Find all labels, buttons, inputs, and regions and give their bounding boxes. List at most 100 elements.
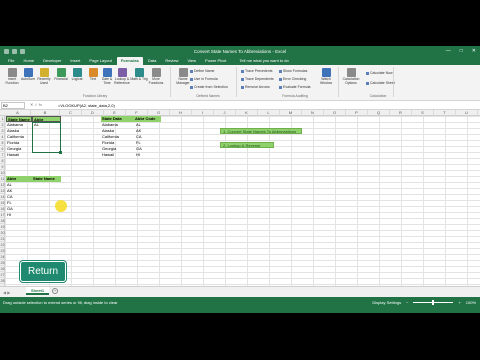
window-title: Convert State Names To Abbreviations - E… xyxy=(193,49,287,54)
ribbon-button-label: Name Manager xyxy=(176,77,190,85)
more-functions-icon xyxy=(151,68,161,77)
watch-window-icon xyxy=(321,68,331,77)
ribbon-button-label: Text xyxy=(89,77,97,81)
zoom-slider[interactable] xyxy=(413,300,454,305)
formula-bar-controls[interactable]: ✕ ✓ fx xyxy=(30,102,42,108)
date-time-icon xyxy=(102,68,112,77)
zoom-out-icon[interactable]: − xyxy=(406,300,408,305)
status-message: Drag outside selection to extend series … xyxy=(3,300,118,305)
minimize-button[interactable]: — xyxy=(446,48,451,54)
ribbon-button-label: Watch Window xyxy=(319,77,333,85)
calculation-options-icon xyxy=(346,68,356,77)
logical-icon xyxy=(72,68,82,77)
ribbon-separator xyxy=(236,67,237,97)
ribbon-button-label: Lookup & Reference xyxy=(114,77,130,85)
calculate-sheet-button[interactable]: Calculate Sheet xyxy=(366,81,395,85)
ribbon-separator xyxy=(170,67,171,97)
ribbon-button-label: More Functions xyxy=(148,77,164,85)
table2-abbr-cell[interactable]: HI xyxy=(135,152,161,158)
return-button[interactable]: Return xyxy=(20,261,66,282)
error-checking-button[interactable]: Error Checking xyxy=(279,77,306,81)
lookup-reference-button[interactable]: Lookup & Reference xyxy=(113,68,131,86)
status-bar: Drag outside selection to extend series … xyxy=(0,297,480,313)
insert-function-icon xyxy=(7,68,17,77)
cell-area[interactable]: State Name Abbr Alabama Alaska California F… xyxy=(5,116,480,286)
calculation-options-button[interactable]: Calculation Options xyxy=(342,68,360,86)
define-name-button[interactable]: Define Name xyxy=(190,69,214,73)
add-sheet-icon[interactable]: + xyxy=(52,288,58,294)
text-icon xyxy=(88,68,98,77)
close-button[interactable]: ✕ xyxy=(472,48,476,54)
maximize-button[interactable]: □ xyxy=(460,48,463,54)
lookup-reverse-button[interactable]: 2. Lookup & Reverse xyxy=(220,142,274,148)
group-label-formula-auditing: Formula Auditing xyxy=(282,94,308,98)
table3-abbr-cell[interactable]: HI xyxy=(6,212,32,218)
tab-view[interactable]: View xyxy=(183,57,200,65)
ribbon-separator xyxy=(338,67,339,97)
zoom-level: 100% xyxy=(465,300,476,305)
ribbon-button-label: AutoSum xyxy=(21,77,35,81)
watch-window-button[interactable]: Watch Window xyxy=(317,68,335,86)
group-label-defined-names: Defined Names xyxy=(196,94,220,98)
group-label-function-library: Function Library xyxy=(82,94,108,98)
trace-dependents-button[interactable]: Trace Dependents xyxy=(241,77,274,81)
more-functions-button[interactable]: More Functions xyxy=(147,68,165,86)
recently-used-button[interactable]: Recently Used xyxy=(35,68,53,86)
name-manager-icon xyxy=(178,68,188,77)
selection-range[interactable] xyxy=(32,122,62,154)
ribbon-button-label: Financial xyxy=(54,77,68,81)
tab-data[interactable]: Data xyxy=(144,57,160,65)
autosum-icon xyxy=(23,68,33,77)
display-settings-button[interactable]: Display Settings xyxy=(372,300,401,305)
tab-insert[interactable]: Insert xyxy=(66,57,84,65)
ribbon-button-label: Recently Used xyxy=(37,77,51,85)
sheet-nav-arrows[interactable]: ◀ ▶ xyxy=(3,290,10,295)
tab-home[interactable]: Home xyxy=(19,57,38,65)
tell-me-search[interactable]: Tell me what you want to do xyxy=(235,57,292,65)
lookup-reference-icon xyxy=(117,68,127,77)
show-formulas-button[interactable]: Show Formulas xyxy=(279,69,307,73)
tab-file[interactable]: File xyxy=(4,57,18,65)
ribbon: Insert Function AutoSum Recently Used Finan… xyxy=(0,65,480,101)
zoom-slider-thumb[interactable] xyxy=(432,300,435,305)
sheet-tab-sheet1[interactable]: Sheet1 xyxy=(26,287,50,295)
table3-header-state-name[interactable]: State Name xyxy=(32,176,61,182)
worksheet-grid[interactable]: ABCDEFGHIJKLMNOPQRSTUV 12345678910111213… xyxy=(0,110,480,286)
math-trig-button[interactable]: Math & Trig xyxy=(130,68,148,82)
ribbon-button-label: Date & Time xyxy=(101,77,113,85)
tab-formulas[interactable]: Formulas xyxy=(116,57,143,65)
excel-window: Convert State Names To Abbreviations - E… xyxy=(0,46,480,313)
evaluate-formula-button[interactable]: Evaluate Formula xyxy=(279,85,310,89)
trace-precedents-button[interactable]: Trace Precedents xyxy=(241,69,273,73)
ribbon-button-label: Insert Function xyxy=(5,77,19,85)
tab-page-layout[interactable]: Page Layout xyxy=(85,57,115,65)
table1-state-cell[interactable]: Hawaii xyxy=(6,152,32,158)
window-controls: — □ ✕ xyxy=(446,48,476,54)
fill-handle[interactable] xyxy=(59,151,62,154)
table2-state-cell[interactable]: Hawaii xyxy=(101,152,134,158)
ribbon-button-label: Calculation Options xyxy=(342,77,360,85)
formula-bar: B2 ✕ ✓ fx =VLOOKUP(A2, state_data,2,0) xyxy=(0,101,480,110)
create-from-selection-button[interactable]: Create from Selection xyxy=(190,85,228,89)
tab-developer[interactable]: Developer xyxy=(39,57,65,65)
math-trig-icon xyxy=(134,68,144,77)
recently-used-icon xyxy=(39,68,49,77)
tab-review[interactable]: Review xyxy=(161,57,182,65)
group-label-calculation: Calculation xyxy=(369,94,387,98)
sheet-tab-bar: ◀ ▶ Sheet1 + xyxy=(0,286,480,297)
tab-power-pivot[interactable]: Power Pivot xyxy=(201,57,230,65)
remove-arrows-button[interactable]: Remove Arrows xyxy=(241,85,270,89)
calculate-now-button[interactable]: Calculate Now xyxy=(366,71,393,75)
name-box[interactable]: B2 xyxy=(1,102,25,109)
title-bar: Convert State Names To Abbreviations - E… xyxy=(0,46,480,57)
convert-state-names-button[interactable]: 1. Convert State Names To Abbreviations xyxy=(220,128,302,134)
mouse-highlight xyxy=(55,200,67,212)
ribbon-button-label: Logical xyxy=(71,77,83,81)
ribbon-button-label: Math & Trig xyxy=(130,77,148,81)
financial-icon xyxy=(56,68,66,77)
status-right: Display Settings − + 100% xyxy=(372,300,476,305)
use-in-formula-button[interactable]: Use in Formula xyxy=(190,77,218,81)
formula-input[interactable]: =VLOOKUP(A2, state_data,2,0) xyxy=(58,103,115,108)
ribbon-tabs: File Home Developer Insert Page Layout Formul… xyxy=(0,57,480,65)
zoom-in-icon[interactable]: + xyxy=(458,300,460,305)
